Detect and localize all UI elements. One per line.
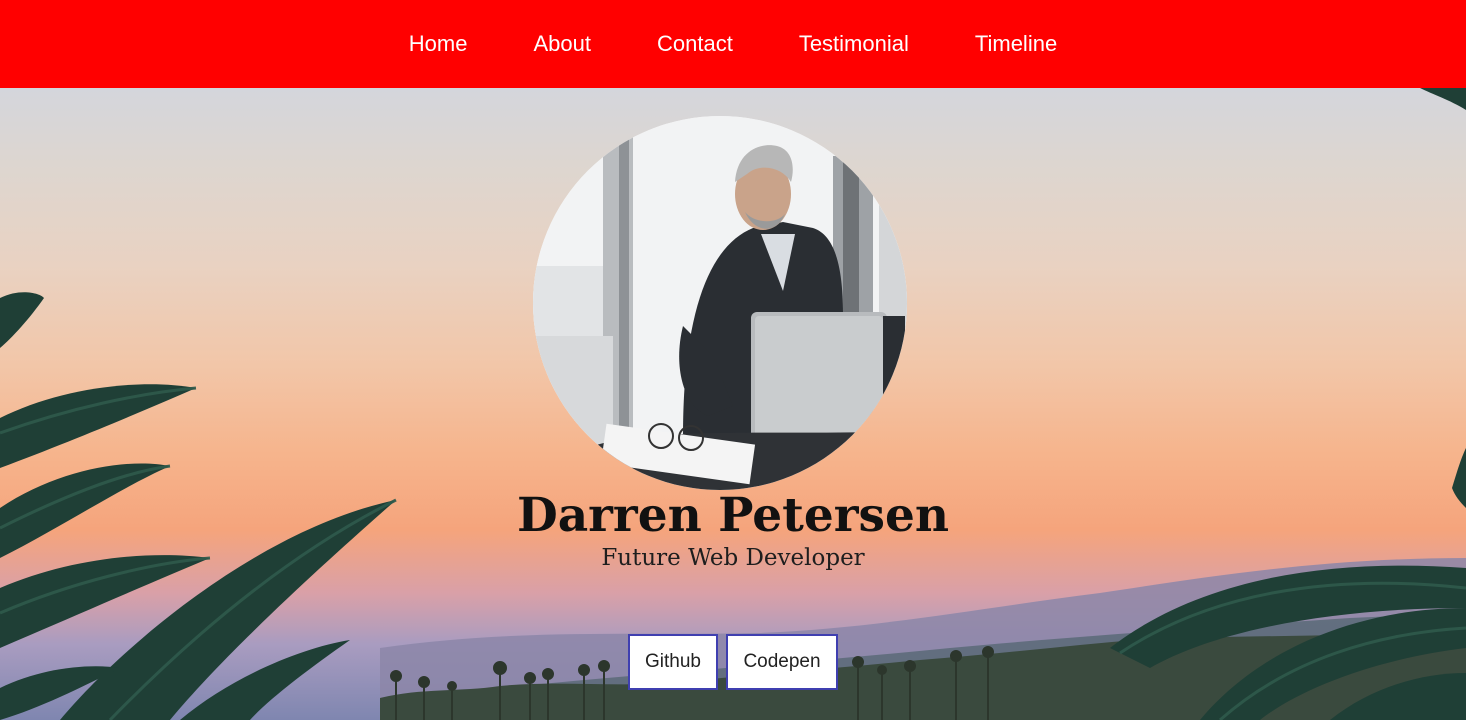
profile-links: Github Codepen bbox=[0, 634, 1466, 690]
nav-list: Home About Contact Testimonial Timeline bbox=[376, 31, 1090, 57]
nav-item-home: Home bbox=[376, 31, 501, 57]
nav-item-about: About bbox=[500, 31, 624, 57]
top-navbar: Home About Contact Testimonial Timeline bbox=[0, 0, 1466, 88]
nav-link-contact[interactable]: Contact bbox=[624, 31, 766, 56]
profile-avatar bbox=[533, 116, 907, 490]
nav-link-home[interactable]: Home bbox=[376, 31, 501, 56]
profile-name: Darren Petersen bbox=[516, 488, 950, 543]
nav-link-timeline[interactable]: Timeline bbox=[942, 31, 1090, 56]
nav-item-contact: Contact bbox=[624, 31, 766, 57]
codepen-button[interactable]: Codepen bbox=[726, 634, 838, 690]
github-button[interactable]: Github bbox=[628, 634, 718, 690]
hero-section: Darren Petersen Future Web Developer Git… bbox=[0, 88, 1466, 720]
nav-link-about[interactable]: About bbox=[500, 31, 624, 56]
profile-subtitle: Future Web Developer bbox=[601, 545, 865, 571]
nav-item-timeline: Timeline bbox=[942, 31, 1090, 57]
nav-link-testimonial[interactable]: Testimonial bbox=[766, 31, 942, 56]
nav-item-testimonial: Testimonial bbox=[766, 31, 942, 57]
profile-photo bbox=[533, 116, 907, 490]
